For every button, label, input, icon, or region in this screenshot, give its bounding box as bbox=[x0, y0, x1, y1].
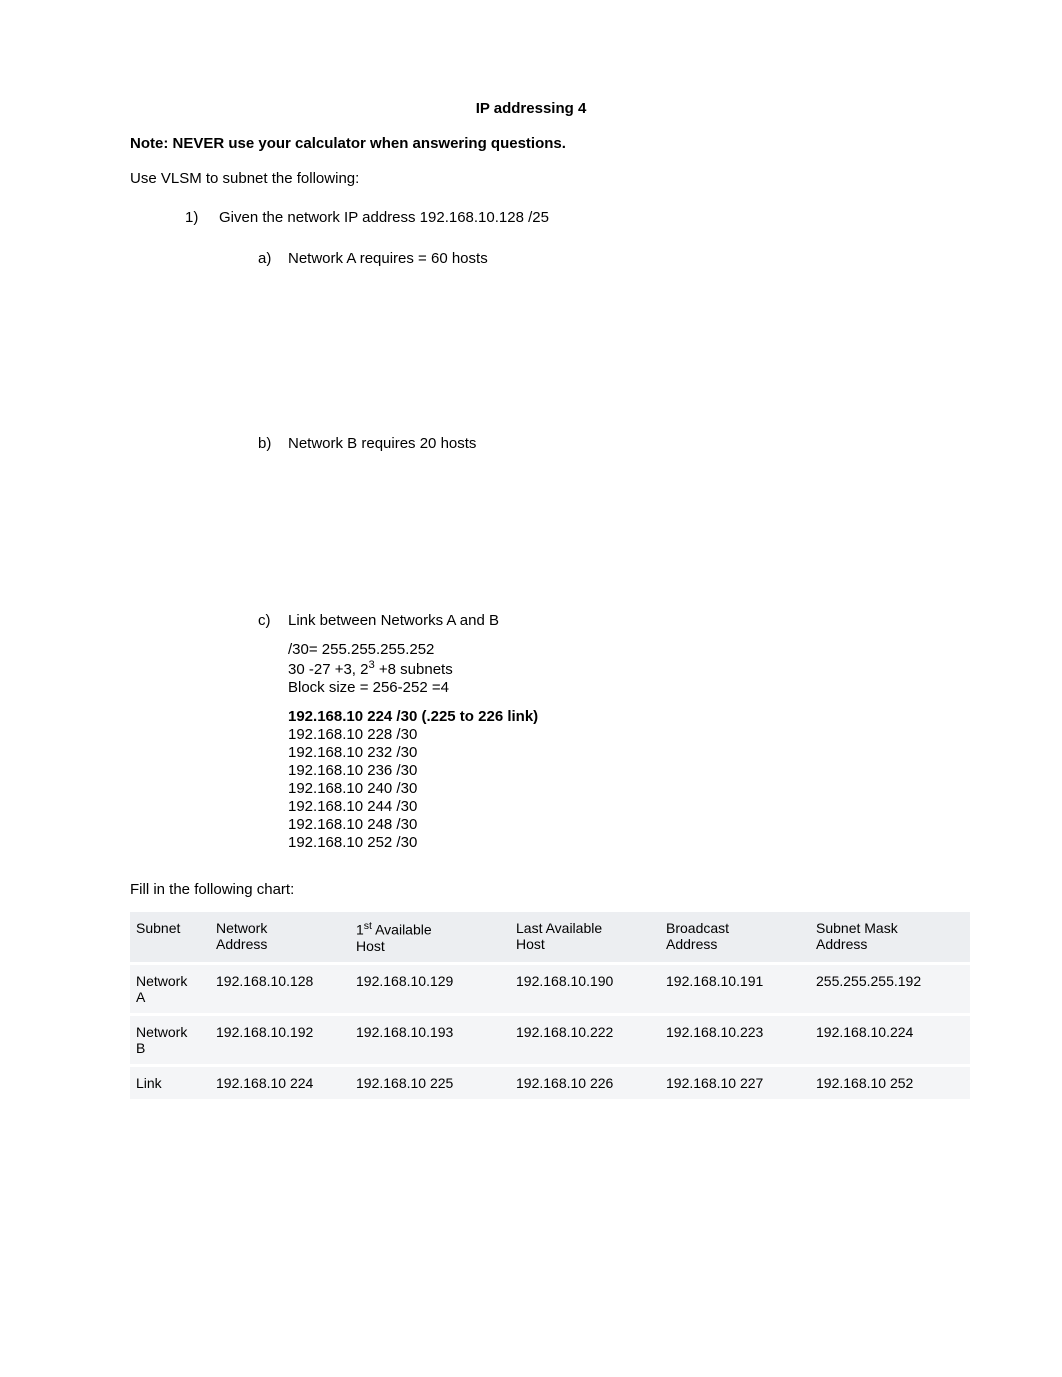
cell-subnet: Network A bbox=[130, 963, 210, 1014]
answer-line: 192.168.10 228 /30 bbox=[288, 726, 932, 743]
answer-line: 30 -27 +3, 23 +8 subnets bbox=[288, 659, 932, 678]
cell-line: A bbox=[136, 989, 145, 1005]
cell-line: Network bbox=[136, 973, 187, 989]
answer-line: Block size = 256-252 =4 bbox=[288, 679, 932, 696]
answer-line: 192.168.10 236 /30 bbox=[288, 762, 932, 779]
cell-first-host: 192.168.10.129 bbox=[350, 963, 510, 1014]
subnet-table: Subnet Network Address 1st Available Hos… bbox=[130, 912, 970, 1099]
table-row: Network B 192.168.10.192 192.168.10.193 … bbox=[130, 1014, 970, 1065]
cell-first-host: 192.168.10 225 bbox=[350, 1065, 510, 1099]
table-header-row: Subnet Network Address 1st Available Hos… bbox=[130, 912, 970, 963]
answer-block-c2: 192.168.10 224 /30 (.225 to 226 link) 19… bbox=[130, 708, 932, 851]
table-row: Network A 192.168.10.128 192.168.10.129 … bbox=[130, 963, 970, 1014]
cell-network: 192.168.10.192 bbox=[210, 1014, 350, 1065]
cell-line: Link bbox=[136, 1075, 162, 1091]
cell-last-host: 192.168.10.190 bbox=[510, 963, 660, 1014]
header-line: Subnet Mask bbox=[816, 920, 898, 936]
header-line: Last Available bbox=[516, 920, 602, 936]
cell-broadcast: 192.168.10 227 bbox=[660, 1065, 810, 1099]
header-fragment: Available bbox=[372, 922, 432, 938]
answer-line: 192.168.10 252 /30 bbox=[288, 834, 932, 851]
answer-line: 192.168.10 240 /30 bbox=[288, 780, 932, 797]
cell-last-host: 192.168.10 226 bbox=[510, 1065, 660, 1099]
sub-text: Network B requires 20 hosts bbox=[288, 435, 476, 452]
header-line: Address bbox=[666, 936, 717, 952]
sub-question-a: a) Network A requires = 60 hosts bbox=[130, 250, 932, 267]
answer-fragment: 30 -27 +3, 2 bbox=[288, 661, 368, 678]
question-text: Given the network IP address 192.168.10.… bbox=[219, 209, 549, 226]
answer-line: 192.168.10 244 /30 bbox=[288, 798, 932, 815]
cell-last-host: 192.168.10.222 bbox=[510, 1014, 660, 1065]
intro-text: Use VLSM to subnet the following: bbox=[130, 170, 932, 187]
question-marker: 1) bbox=[185, 209, 219, 226]
cell-network: 192.168.10.128 bbox=[210, 963, 350, 1014]
header-line: Address bbox=[216, 936, 267, 952]
col-header-subnet: Subnet bbox=[130, 912, 210, 963]
col-header-mask: Subnet Mask Address bbox=[810, 912, 970, 963]
header-line: Broadcast bbox=[666, 920, 729, 936]
col-header-last-host: Last Available Host bbox=[510, 912, 660, 963]
header-line: Host bbox=[516, 936, 545, 952]
sub-text: Link between Networks A and B bbox=[288, 612, 499, 629]
cell-broadcast: 192.168.10.223 bbox=[660, 1014, 810, 1065]
sub-question-b: b) Network B requires 20 hosts bbox=[130, 435, 932, 452]
spacer bbox=[130, 275, 932, 435]
chart-instruction: Fill in the following chart: bbox=[130, 881, 932, 898]
answer-fragment: +8 subnets bbox=[375, 661, 453, 678]
document-page: IP addressing 4 Note: NEVER use your cal… bbox=[0, 0, 1062, 1179]
sub-marker: b) bbox=[258, 435, 288, 452]
cell-network: 192.168.10 224 bbox=[210, 1065, 350, 1099]
cell-subnet: Network B bbox=[130, 1014, 210, 1065]
header-line: Address bbox=[816, 936, 867, 952]
sub-marker: a) bbox=[258, 250, 288, 267]
col-header-network-address: Network Address bbox=[210, 912, 350, 963]
cell-mask: 192.168.10 252 bbox=[810, 1065, 970, 1099]
cell-subnet: Link bbox=[130, 1065, 210, 1099]
note-text: Note: NEVER use your calculator when ans… bbox=[130, 135, 932, 152]
cell-broadcast: 192.168.10.191 bbox=[660, 963, 810, 1014]
answer-line: 192.168.10 224 /30 (.225 to 226 link) bbox=[288, 708, 932, 725]
table-row: Link 192.168.10 224 192.168.10 225 192.1… bbox=[130, 1065, 970, 1099]
document-title: IP addressing 4 bbox=[130, 100, 932, 117]
answer-line: 192.168.10 248 /30 bbox=[288, 816, 932, 833]
answer-block-c: /30= 255.255.255.252 30 -27 +3, 23 +8 su… bbox=[130, 641, 932, 696]
cell-line: Network bbox=[136, 1024, 187, 1040]
spacer bbox=[130, 460, 932, 612]
header-line: Host bbox=[356, 938, 385, 954]
sub-question-c: c) Link between Networks A and B bbox=[130, 612, 932, 629]
answer-line: /30= 255.255.255.252 bbox=[288, 641, 932, 658]
col-header-first-host: 1st Available Host bbox=[350, 912, 510, 963]
cell-mask: 255.255.255.192 bbox=[810, 963, 970, 1014]
cell-first-host: 192.168.10.193 bbox=[350, 1014, 510, 1065]
header-line: Network bbox=[216, 920, 267, 936]
sub-marker: c) bbox=[258, 612, 288, 629]
header-fragment: 1 bbox=[356, 922, 364, 938]
cell-line: B bbox=[136, 1040, 145, 1056]
cell-mask: 192.168.10.224 bbox=[810, 1014, 970, 1065]
answer-line: 192.168.10 232 /30 bbox=[288, 744, 932, 761]
question-1: 1) Given the network IP address 192.168.… bbox=[130, 209, 932, 226]
col-header-broadcast: Broadcast Address bbox=[660, 912, 810, 963]
sub-text: Network A requires = 60 hosts bbox=[288, 250, 488, 267]
superscript: st bbox=[364, 920, 372, 932]
